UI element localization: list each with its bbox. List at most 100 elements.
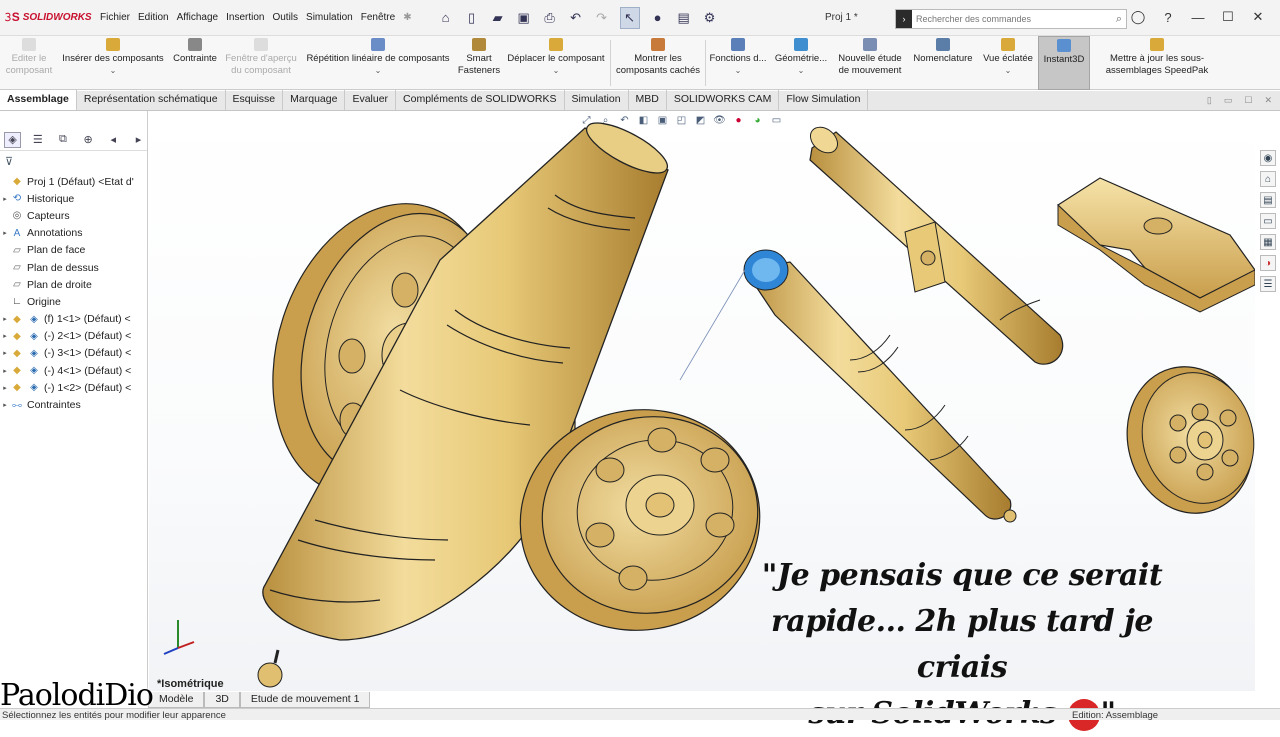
reference-geometry-button[interactable]: Géométrie... ⌄	[771, 36, 831, 90]
tab-motion-study[interactable]: Etude de mouvement 1	[239, 692, 371, 708]
tile-view-icon[interactable]: ▭	[1224, 95, 1233, 106]
menu-fichier[interactable]: Fichier	[96, 12, 134, 23]
expand-arrow-icon[interactable]: ▸	[0, 349, 10, 357]
tree-item-annotations[interactable]: ▸ A Annotations	[0, 225, 147, 242]
menu-affichage[interactable]: Affichage	[173, 12, 223, 23]
tab-simulation[interactable]: Simulation	[565, 90, 629, 110]
linear-pattern-button[interactable]: Répétition linéaire de composants ⌄	[302, 36, 454, 90]
new-motion-study-button[interactable]: Nouvelle étude de mouvement	[834, 36, 906, 90]
custom-properties-icon[interactable]: ☰	[1260, 276, 1276, 292]
new-document-icon[interactable]: ▯	[464, 10, 480, 26]
undo-icon[interactable]: ↶	[568, 10, 584, 26]
menu-insertion[interactable]: Insertion	[222, 12, 268, 23]
configuration-manager-tab-icon[interactable]: ⧉	[54, 132, 71, 148]
previous-view-icon[interactable]: ↶	[618, 114, 631, 126]
tab-evaluer[interactable]: Evaluer	[345, 90, 397, 110]
solidworks-resources-icon[interactable]: ◉	[1260, 150, 1276, 166]
tab-representation-schematique[interactable]: Représentation schématique	[77, 90, 226, 110]
expand-arrow-icon[interactable]: ▸	[0, 315, 10, 323]
zoom-to-fit-icon[interactable]: ⤢	[580, 114, 593, 126]
tab-marquage[interactable]: Marquage	[283, 90, 346, 110]
display-style-icon[interactable]: ◩	[694, 114, 707, 126]
instant3d-button[interactable]: Instant3D	[1038, 36, 1090, 90]
update-speedpak-button[interactable]: Mettre à jour les sous-assemblages Speed…	[1092, 36, 1222, 90]
user-icon[interactable]: ◯	[1130, 9, 1146, 25]
tree-item-part[interactable]: ▸ ◆ ◈ (-) 1<2> (Défaut) <	[0, 379, 147, 396]
assembly-features-button[interactable]: Fonctions d... ⌄	[707, 36, 769, 90]
bill-of-materials-button[interactable]: Nomenclature	[908, 36, 978, 90]
tree-item-contraintes[interactable]: ▸ ⧟ Contraintes	[0, 396, 147, 413]
tree-item-origine[interactable]: ∟ Origine	[0, 293, 147, 310]
hide-show-items-icon[interactable]: 👁	[713, 114, 726, 126]
view-orientation-icon[interactable]: ◰	[675, 114, 688, 126]
tree-item-part[interactable]: ▸ ◆ ◈ (-) 2<1> (Défaut) <	[0, 328, 147, 345]
tree-item-part[interactable]: ▸ ◆ ◈ (-) 3<1> (Défaut) <	[0, 345, 147, 362]
tree-item-part[interactable]: ▸ ◆ ◈ (-) 4<1> (Défaut) <	[0, 362, 147, 379]
save-icon[interactable]: ▣	[516, 10, 532, 26]
view-palette-icon[interactable]: ▦	[1260, 234, 1276, 250]
appearances-icon[interactable]: ◑	[1260, 255, 1276, 271]
expand-arrow-icon[interactable]: ▸	[0, 332, 10, 340]
options-gear-icon[interactable]: ⚙	[702, 10, 718, 26]
menu-simulation[interactable]: Simulation	[302, 12, 357, 23]
menu-outils[interactable]: Outils	[268, 12, 302, 23]
solidworks-logo[interactable]: 𝟹S SOLIDWORKS	[0, 10, 96, 25]
mate-button[interactable]: Contrainte	[170, 36, 220, 90]
smart-fasteners-button[interactable]: Smart Fasteners	[456, 36, 502, 90]
file-explorer-icon[interactable]: ▭	[1260, 213, 1276, 229]
tab-esquisse[interactable]: Esquisse	[226, 90, 284, 110]
section-view-icon[interactable]: ◧	[637, 114, 650, 126]
file-properties-icon[interactable]: ▤	[676, 10, 692, 26]
tab-assemblage[interactable]: Assemblage	[0, 90, 77, 110]
dimxpert-tab-icon[interactable]: ⊕	[80, 132, 97, 148]
command-search[interactable]: › Rechercher des commandes ⌕	[895, 9, 1127, 29]
select-pointer-icon[interactable]: ↖	[619, 6, 640, 29]
edit-appearance-icon[interactable]: ●	[732, 114, 745, 126]
redo-icon[interactable]: ↷	[594, 10, 610, 26]
help-icon[interactable]: ?	[1160, 10, 1176, 25]
expand-arrow-icon[interactable]: ▸	[0, 229, 10, 237]
expand-arrow-icon[interactable]: ▸	[0, 401, 10, 409]
edit-component-button[interactable]: Editer le composant	[4, 36, 54, 90]
insert-components-button[interactable]: Insérer des composants ⌄	[58, 36, 168, 90]
menu-edition[interactable]: Edition	[134, 12, 173, 23]
filter-icon[interactable]: ⊽	[0, 151, 147, 171]
minimize-icon[interactable]: —	[1190, 10, 1206, 25]
show-hidden-components-button[interactable]: Montrer les composants cachés	[612, 36, 704, 90]
tab-mbd[interactable]: MBD	[629, 90, 667, 110]
apply-scene-icon[interactable]: ◕	[751, 114, 764, 126]
tab-solidworks-cam[interactable]: SOLIDWORKS CAM	[667, 90, 780, 110]
tab-complements[interactable]: Compléments de SOLIDWORKS	[396, 90, 565, 110]
property-manager-tab-icon[interactable]: ☰	[29, 132, 46, 148]
dynamic-annotation-icon[interactable]: ▣	[656, 114, 669, 126]
open-folder-icon[interactable]: ▰	[490, 10, 506, 26]
tab-3d-views[interactable]: 3D	[204, 692, 240, 708]
home-icon[interactable]: ⌂	[438, 10, 454, 26]
expand-arrow-icon[interactable]: ▸	[0, 384, 10, 392]
maximize-icon[interactable]: ☐	[1220, 9, 1236, 25]
tree-item-capteurs[interactable]: ◎ Capteurs	[0, 207, 147, 224]
tree-item-historique[interactable]: ▸ ⟲ Historique	[0, 190, 147, 207]
print-icon[interactable]: ⎙	[542, 10, 558, 26]
pin-icon[interactable]: ✱	[403, 12, 411, 23]
tab-scroll-left-icon[interactable]: ◂	[105, 132, 122, 148]
close-view-icon[interactable]: ✕	[1264, 95, 1272, 106]
zoom-area-icon[interactable]: ⌕	[599, 114, 612, 126]
restore-view-icon[interactable]: ▯	[1207, 95, 1212, 106]
component-preview-button[interactable]: Fenêtre d'aperçu du composant	[222, 36, 300, 90]
feature-manager-tab-icon[interactable]: ◈	[4, 131, 22, 148]
expand-arrow-icon[interactable]: ▸	[0, 367, 10, 375]
tree-item-plan-face[interactable]: ▱ Plan de face	[0, 242, 147, 259]
move-component-button[interactable]: Déplacer le composant ⌄	[504, 36, 608, 90]
expand-arrow-icon[interactable]: ▸	[0, 195, 10, 203]
tab-model[interactable]: Modèle	[148, 692, 205, 708]
spare-wheel-part[interactable]	[1111, 352, 1255, 527]
tab-flow-simulation[interactable]: Flow Simulation	[779, 90, 869, 110]
search-icon[interactable]: ⌕	[1116, 13, 1122, 26]
close-icon[interactable]: ✕	[1250, 9, 1266, 25]
tree-item-part[interactable]: ▸ ◆ ◈ (f) 1<1> (Défaut) <	[0, 311, 147, 328]
exploded-view-button[interactable]: Vue éclatée ⌄	[980, 36, 1036, 90]
home-pane-icon[interactable]: ⌂	[1260, 171, 1276, 187]
carriage-block-part[interactable]	[1057, 177, 1255, 313]
menu-fenetre[interactable]: Fenêtre	[357, 12, 399, 23]
